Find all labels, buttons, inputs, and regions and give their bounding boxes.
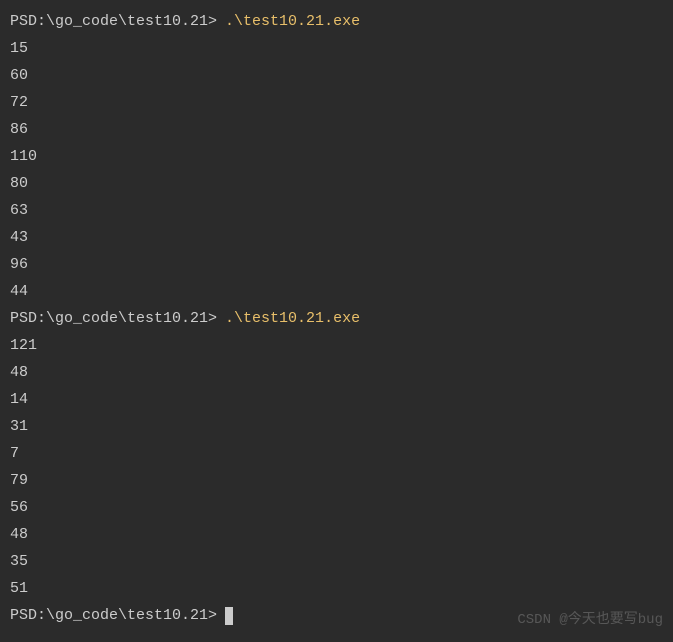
output-line: 44 <box>10 278 663 305</box>
output-line: 79 <box>10 467 663 494</box>
terminal-output[interactable]: PS D:\go_code\test10.21> .\test10.21.exe… <box>0 0 673 637</box>
output-line: 60 <box>10 62 663 89</box>
watermark-text: CSDN @今天也要写bug <box>517 607 663 634</box>
prompt-line-2: PS D:\go_code\test10.21> .\test10.21.exe <box>10 305 663 332</box>
output-line: 14 <box>10 386 663 413</box>
prompt-path: D:\go_code\test10.21> <box>28 305 217 332</box>
prompt-path: D:\go_code\test10.21> <box>28 602 217 629</box>
prompt-prefix: PS <box>10 305 28 332</box>
output-line: 72 <box>10 89 663 116</box>
output-line: 48 <box>10 521 663 548</box>
output-line: 51 <box>10 575 663 602</box>
output-line: 43 <box>10 224 663 251</box>
prompt-prefix: PS <box>10 602 28 629</box>
output-line: 110 <box>10 143 663 170</box>
output-line: 56 <box>10 494 663 521</box>
output-line: 48 <box>10 359 663 386</box>
output-line: 31 <box>10 413 663 440</box>
prompt-line-1: PS D:\go_code\test10.21> .\test10.21.exe <box>10 8 663 35</box>
output-line: 63 <box>10 197 663 224</box>
output-line: 86 <box>10 116 663 143</box>
prompt-path: D:\go_code\test10.21> <box>28 8 217 35</box>
prompt-command: .\test10.21.exe <box>225 8 360 35</box>
cursor-icon <box>225 607 233 625</box>
output-line: 80 <box>10 170 663 197</box>
output-line: 15 <box>10 35 663 62</box>
output-line: 35 <box>10 548 663 575</box>
prompt-prefix: PS <box>10 8 28 35</box>
output-line: 121 <box>10 332 663 359</box>
prompt-command: .\test10.21.exe <box>225 305 360 332</box>
output-line: 96 <box>10 251 663 278</box>
output-line: 7 <box>10 440 663 467</box>
